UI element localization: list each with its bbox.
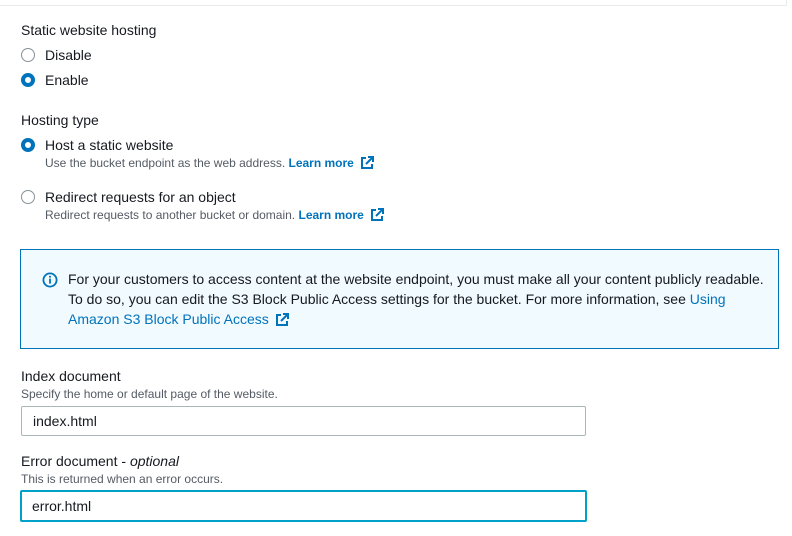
error-document-description: This is returned when an error occurs.	[21, 472, 224, 486]
hosting-type-label: Hosting type	[21, 112, 99, 128]
external-link-icon[interactable]	[275, 313, 289, 327]
error-document-input[interactable]	[20, 490, 587, 522]
info-icon	[42, 272, 58, 288]
learn-more-link-redirect[interactable]: Learn more	[298, 208, 363, 222]
error-document-label-text: Error document -	[21, 453, 127, 469]
optional-label: optional	[129, 453, 179, 469]
radio-host-static-circle[interactable]	[21, 138, 35, 152]
radio-enable-label[interactable]: Enable	[45, 71, 89, 89]
radio-redirect-label[interactable]: Redirect requests for an object	[45, 188, 236, 206]
radio-redirect-description: Redirect requests to another bucket or d…	[45, 207, 384, 223]
host-static-description-text: Use the bucket endpoint as the web addre…	[45, 156, 286, 170]
static-hosting-label: Static website hosting	[21, 22, 157, 38]
learn-more-link-host[interactable]: Learn more	[289, 156, 354, 170]
index-document-label: Index document	[21, 368, 121, 384]
external-link-icon[interactable]	[360, 156, 374, 170]
error-document-label: Error document - optional	[21, 452, 179, 470]
radio-host-static-description: Use the bucket endpoint as the web addre…	[45, 155, 374, 171]
redirect-description-text: Redirect requests to another bucket or d…	[45, 208, 296, 222]
index-document-description: Specify the home or default page of the …	[21, 387, 278, 401]
info-alert-message: For your customers to access content at …	[68, 269, 768, 329]
section-top-border	[0, 0, 787, 6]
index-document-input[interactable]	[21, 406, 586, 436]
radio-disable-label[interactable]: Disable	[45, 46, 92, 64]
external-link-icon[interactable]	[370, 208, 384, 222]
radio-redirect-circle[interactable]	[21, 190, 35, 204]
radio-host-static-label[interactable]: Host a static website	[45, 136, 173, 154]
radio-disable-circle[interactable]	[21, 48, 35, 62]
radio-enable-circle[interactable]	[21, 73, 35, 87]
info-alert: For your customers to access content at …	[20, 249, 779, 349]
info-alert-text: For your customers to access content at …	[68, 271, 764, 307]
